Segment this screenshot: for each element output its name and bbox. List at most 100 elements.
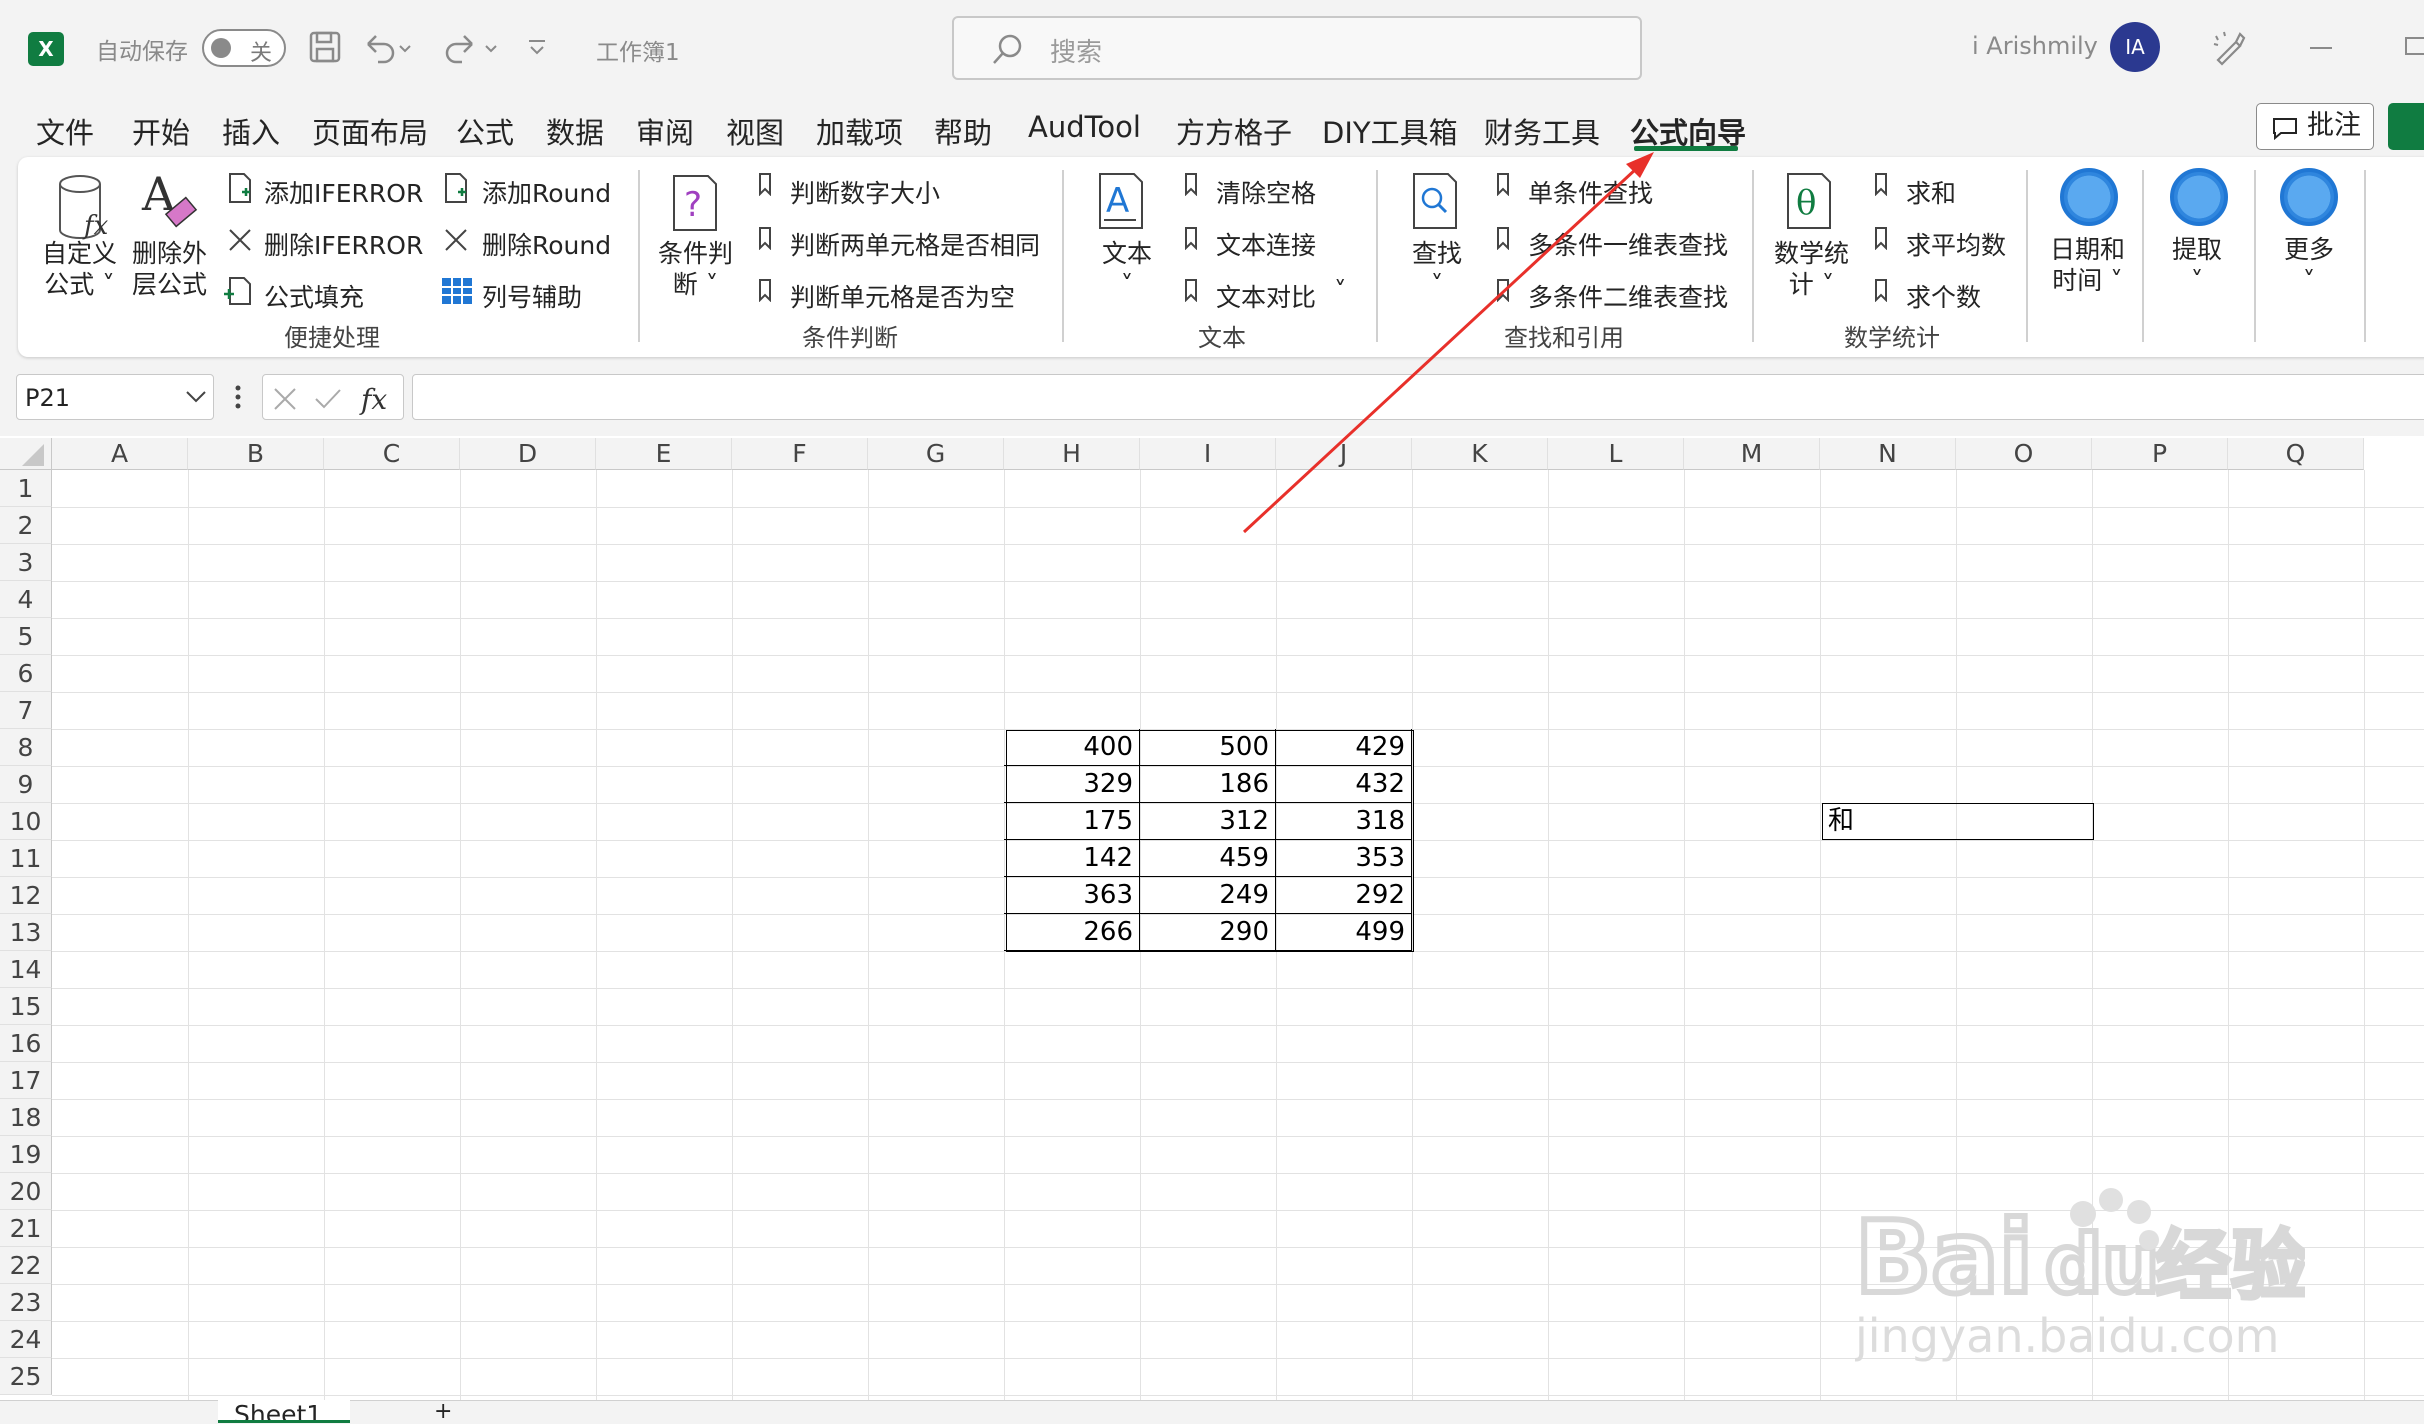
tab-page-layout[interactable]: 页面布局 [312,110,428,152]
row-header[interactable]: 14 [0,951,52,988]
row-header[interactable]: 23 [0,1284,52,1321]
column-header[interactable]: E [596,438,732,470]
add-iferror-button[interactable]: 添加IFERROR [264,174,423,210]
column-header[interactable]: P [2092,438,2228,470]
average-button[interactable]: 求平均数 [1906,226,2006,262]
table-cell[interactable]: 290 [1140,914,1276,951]
tab-help[interactable]: 帮助 [934,110,992,152]
search-box[interactable]: 搜索 [952,16,1642,80]
table-cell[interactable]: 312 [1140,803,1276,840]
row-header[interactable]: 22 [0,1247,52,1284]
tab-home[interactable]: 开始 [132,110,190,152]
count-button[interactable]: 求个数 [1906,278,1981,314]
table-cell[interactable]: 400 [1004,729,1140,766]
column-header[interactable]: H [1004,438,1140,470]
row-header[interactable]: 21 [0,1210,52,1247]
table-cell[interactable]: 499 [1276,914,1412,951]
table-cell[interactable]: 353 [1276,840,1412,877]
minimize-icon[interactable] [2306,36,2336,60]
confirm-icon[interactable] [313,385,343,413]
table-cell[interactable]: 266 [1004,914,1140,951]
row-header[interactable]: 3 [0,544,52,581]
maximize-icon[interactable] [2398,30,2424,60]
tab-view[interactable]: 视图 [726,110,784,152]
insert-function-icon[interactable]: fx [359,381,399,417]
tab-file[interactable]: 文件 [36,110,94,152]
row-header[interactable]: 20 [0,1173,52,1210]
table-cell[interactable]: 292 [1276,877,1412,914]
tab-audtool[interactable]: AudTool [1028,110,1141,144]
table-cell[interactable]: 363 [1004,877,1140,914]
column-header[interactable]: G [868,438,1004,470]
row-header[interactable]: 12 [0,877,52,914]
sum-result-cell[interactable] [1958,803,2094,840]
column-header[interactable]: B [188,438,324,470]
row-header[interactable]: 24 [0,1321,52,1358]
remove-round-button[interactable]: 删除Round [482,226,611,262]
judge-cells-equal-button[interactable]: 判断两单元格是否相同 [790,226,1040,262]
math-statistics-button[interactable]: 数学统 计 ˅ [1774,238,1849,300]
table-cell[interactable]: 318 [1276,803,1412,840]
table-cell[interactable]: 329 [1004,766,1140,803]
formula-fill-button[interactable]: 公式填充 [264,278,364,314]
tab-insert[interactable]: 插入 [222,110,280,152]
column-header[interactable]: F [732,438,868,470]
row-header[interactable]: 1 [0,470,52,507]
table-cell[interactable]: 432 [1276,766,1412,803]
row-header[interactable]: 16 [0,1025,52,1062]
column-header[interactable]: O [1956,438,2092,470]
select-all-corner[interactable] [0,438,52,470]
table-cell[interactable]: 459 [1140,840,1276,877]
tab-data[interactable]: 数据 [546,110,604,152]
table-cell[interactable]: 186 [1140,766,1276,803]
tab-review[interactable]: 审阅 [636,110,694,152]
comments-button[interactable]: 批注 [2256,103,2374,150]
add-sheet-icon[interactable]: + [434,1401,452,1423]
row-header[interactable]: 18 [0,1099,52,1136]
text-button[interactable]: 文本 ˅ [1102,238,1152,300]
tab-formulas[interactable]: 公式 [456,110,514,152]
sheet-tab-sheet1[interactable]: Sheet1 [218,1400,350,1423]
delete-outer-formula-button[interactable]: 删除外 层公式 [132,238,207,300]
name-box[interactable]: P21 [16,374,214,420]
row-header[interactable]: 5 [0,618,52,655]
customize-qat-icon[interactable] [526,38,548,58]
column-header[interactable]: D [460,438,596,470]
add-round-button[interactable]: 添加Round [482,174,611,210]
extract-button[interactable]: 提取 ˅ [2172,234,2222,296]
column-header[interactable]: C [324,438,460,470]
sum-button[interactable]: 求和 [1906,174,1956,210]
row-header[interactable]: 15 [0,988,52,1025]
column-header[interactable]: Q [2228,438,2364,470]
row-header[interactable]: 7 [0,692,52,729]
row-header[interactable]: 2 [0,507,52,544]
redo-icon[interactable] [442,32,498,64]
user-name[interactable]: i Arishmily [1972,32,2098,60]
row-header[interactable]: 25 [0,1358,52,1395]
excel-icon[interactable]: X [28,32,64,66]
table-cell[interactable]: 429 [1276,729,1412,766]
autosave-toggle[interactable]: 关 [202,29,286,67]
cancel-icon[interactable] [271,385,299,413]
share-button[interactable] [2388,103,2424,150]
designer-icon[interactable] [2210,28,2250,68]
table-cell[interactable]: 175 [1004,803,1140,840]
row-header[interactable]: 19 [0,1136,52,1173]
tab-addins[interactable]: 加载项 [816,110,903,152]
row-header[interactable]: 4 [0,581,52,618]
judge-cell-empty-button[interactable]: 判断单元格是否为空 [790,278,1015,314]
row-header[interactable]: 11 [0,840,52,877]
condition-judge-button[interactable]: 条件判 断 ˅ [658,238,733,300]
row-header[interactable]: 6 [0,655,52,692]
remove-iferror-button[interactable]: 删除IFERROR [264,226,423,262]
row-header[interactable]: 17 [0,1062,52,1099]
column-header[interactable]: A [52,438,188,470]
row-header[interactable]: 8 [0,729,52,766]
table-cell[interactable]: 500 [1140,729,1276,766]
table-cell[interactable]: 142 [1004,840,1140,877]
table-cell[interactable]: 249 [1140,877,1276,914]
more-button[interactable]: 更多 ˅ [2284,234,2334,296]
row-header[interactable]: 9 [0,766,52,803]
judge-number-size-button[interactable]: 判断数字大小 [790,174,940,210]
row-header[interactable]: 13 [0,914,52,951]
